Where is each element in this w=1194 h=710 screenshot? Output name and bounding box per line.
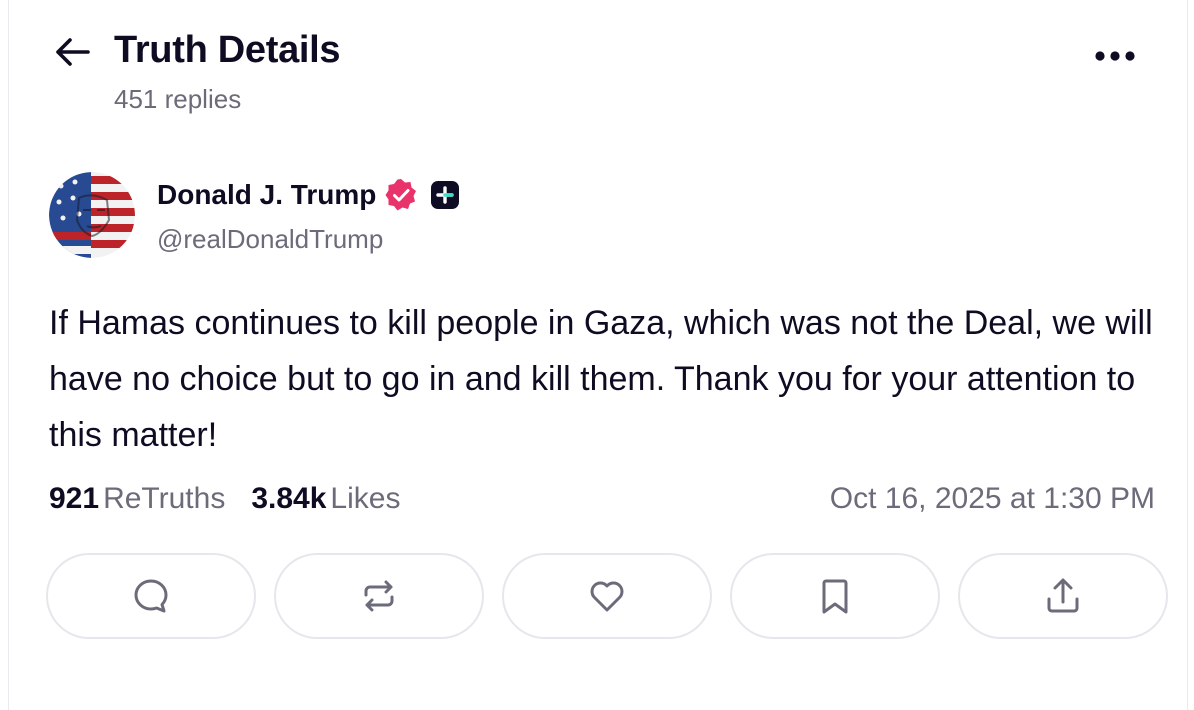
likes-stat[interactable]: 3.84k Likes (251, 482, 400, 516)
reply-button[interactable] (46, 553, 256, 639)
avatar[interactable] (49, 172, 135, 258)
likes-count: 3.84k (251, 482, 327, 515)
bookmark-icon (822, 579, 848, 614)
post-stats: 921 ReTruths 3.84k Likes (49, 482, 400, 516)
retruths-stat[interactable]: 921 ReTruths (49, 482, 225, 516)
retruths-count: 921 (49, 482, 100, 515)
retruth-icon (364, 580, 394, 612)
likes-label: Likes (330, 482, 401, 515)
retruth-button[interactable] (274, 553, 484, 639)
share-button[interactable] (958, 553, 1168, 639)
like-icon (590, 581, 624, 612)
reply-count: 451 replies (114, 84, 242, 114)
share-icon (1047, 578, 1079, 613)
more-horizontal-icon (1095, 51, 1135, 61)
bookmark-button[interactable] (730, 553, 940, 639)
back-button[interactable] (53, 35, 91, 69)
truth-plus-badge-icon (430, 180, 460, 210)
reply-icon (134, 579, 168, 613)
author-handle[interactable]: @realDonaldTrump (157, 224, 383, 255)
retruths-label: ReTruths (103, 482, 226, 515)
action-bar (46, 553, 1168, 639)
author-name[interactable]: Donald J. Trump (157, 179, 376, 211)
verified-badge-icon (384, 178, 418, 212)
arrow-left-icon (56, 38, 90, 66)
page-title: Truth Details (114, 29, 341, 71)
post-text: If Hamas continues to kill people in Gaz… (49, 304, 1153, 454)
author-row: Donald J. Trump (157, 178, 460, 212)
truth-details-page: Truth Details 451 replies Donald J. Trum… (8, 0, 1188, 710)
more-options-button[interactable] (1087, 40, 1143, 72)
like-button[interactable] (502, 553, 712, 639)
post-timestamp: Oct 16, 2025 at 1:30 PM (829, 482, 1155, 515)
